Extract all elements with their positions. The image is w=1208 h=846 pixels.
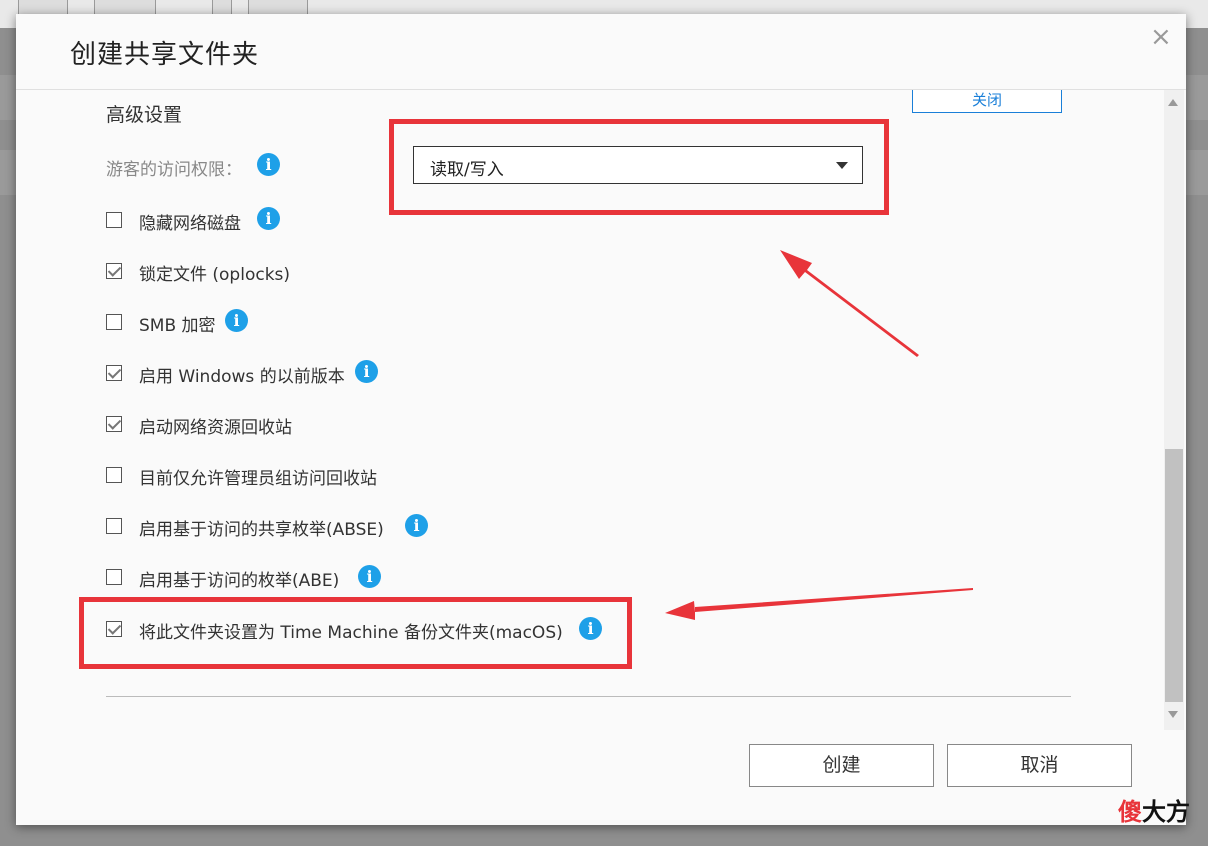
watermark-logo: 傻大方 xyxy=(1118,798,1190,826)
annotation-arrow-upper xyxy=(780,250,919,357)
annotation-arrows xyxy=(665,250,973,620)
annotation-arrow-lower xyxy=(665,588,973,620)
